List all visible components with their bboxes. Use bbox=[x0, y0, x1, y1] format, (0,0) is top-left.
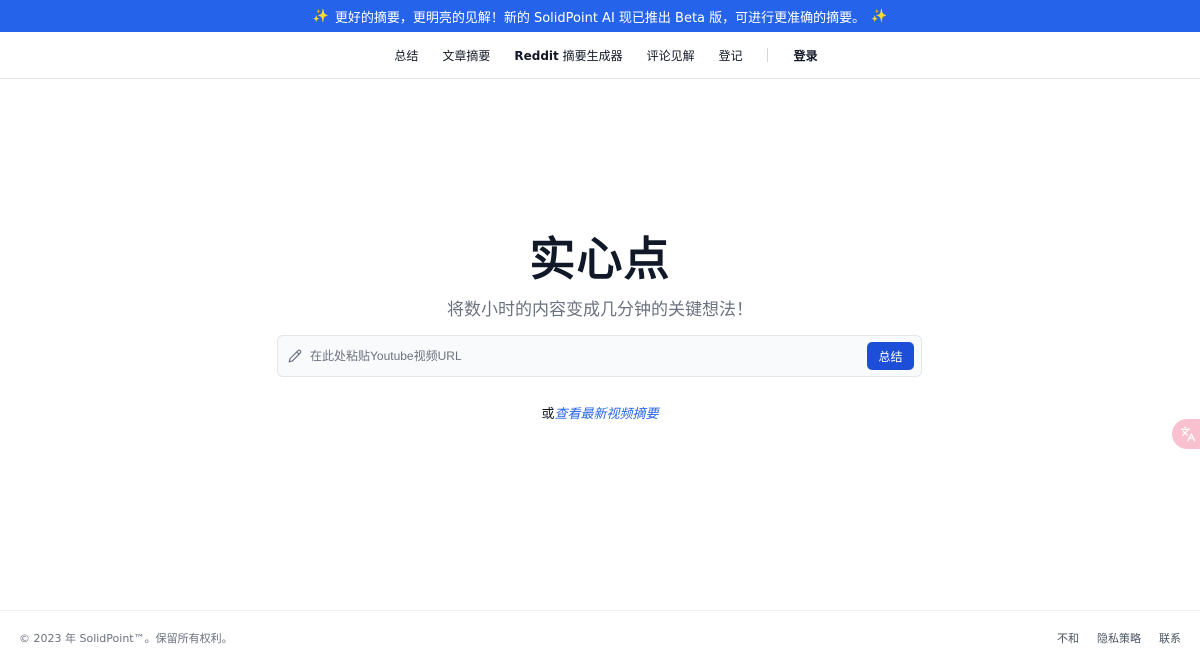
page-title: 实心点 bbox=[529, 232, 671, 286]
hero-section: 实心点 将数小时的内容变成几分钟的关键想法！ 总结 或查看最新视频摘要 bbox=[0, 79, 1200, 609]
sparkle-icon: ✨ bbox=[871, 8, 888, 24]
nav-item-reddit-suffix: 摘要生成器 bbox=[558, 48, 623, 63]
nav-item-register[interactable]: 登记 bbox=[719, 47, 743, 64]
login-link[interactable]: 登录 bbox=[794, 47, 818, 64]
nav-item-article-summary[interactable]: 文章摘要 bbox=[442, 47, 490, 64]
nav-item-comment-insights[interactable]: 评论见解 bbox=[647, 47, 695, 64]
footer-link-contact[interactable]: 联系 bbox=[1159, 630, 1181, 646]
footer: © 2023 年 SolidPoint™。保留所有权利。 不和 隐私策略 联系 bbox=[0, 610, 1200, 664]
copyright-text: © 2023 年 SolidPoint™。保留所有权利。 bbox=[19, 631, 233, 645]
footer-link-discord[interactable]: 不和 bbox=[1057, 630, 1079, 646]
youtube-url-input[interactable] bbox=[302, 336, 867, 376]
banner-text: 更好的摘要，更明亮的见解！新的 SolidPoint AI 现已推出 Beta … bbox=[334, 10, 866, 26]
top-nav: 总结 文章摘要 Reddit 摘要生成器 评论见解 登记 登录 bbox=[0, 32, 1200, 79]
nav-divider bbox=[766, 48, 768, 62]
footer-links: 不和 隐私策略 联系 bbox=[1057, 630, 1181, 646]
nav-item-reddit-summary[interactable]: Reddit 摘要生成器 bbox=[514, 47, 622, 64]
sparkle-icon: ✨ bbox=[312, 8, 329, 24]
nav-item-reddit-label: Reddit bbox=[514, 48, 559, 63]
nav-item-summarize[interactable]: 总结 bbox=[394, 47, 418, 64]
announcement-banner: ✨ 更好的摘要，更明亮的见解！新的 SolidPoint AI 现已推出 Bet… bbox=[0, 0, 1200, 32]
footer-link-privacy[interactable]: 隐私策略 bbox=[1097, 630, 1141, 646]
latest-summaries-link[interactable]: 查看最新视频摘要 bbox=[555, 407, 659, 422]
summarize-button[interactable]: 总结 bbox=[867, 342, 914, 370]
page-subtitle: 将数小时的内容变成几分钟的关键想法！ bbox=[447, 300, 753, 320]
or-text: 或 bbox=[541, 407, 555, 422]
translate-icon[interactable] bbox=[1172, 419, 1200, 449]
pencil-icon bbox=[288, 349, 302, 363]
latest-summaries-line: 或查看最新视频摘要 bbox=[0, 403, 1200, 422]
url-input-box: 总结 bbox=[277, 335, 922, 377]
